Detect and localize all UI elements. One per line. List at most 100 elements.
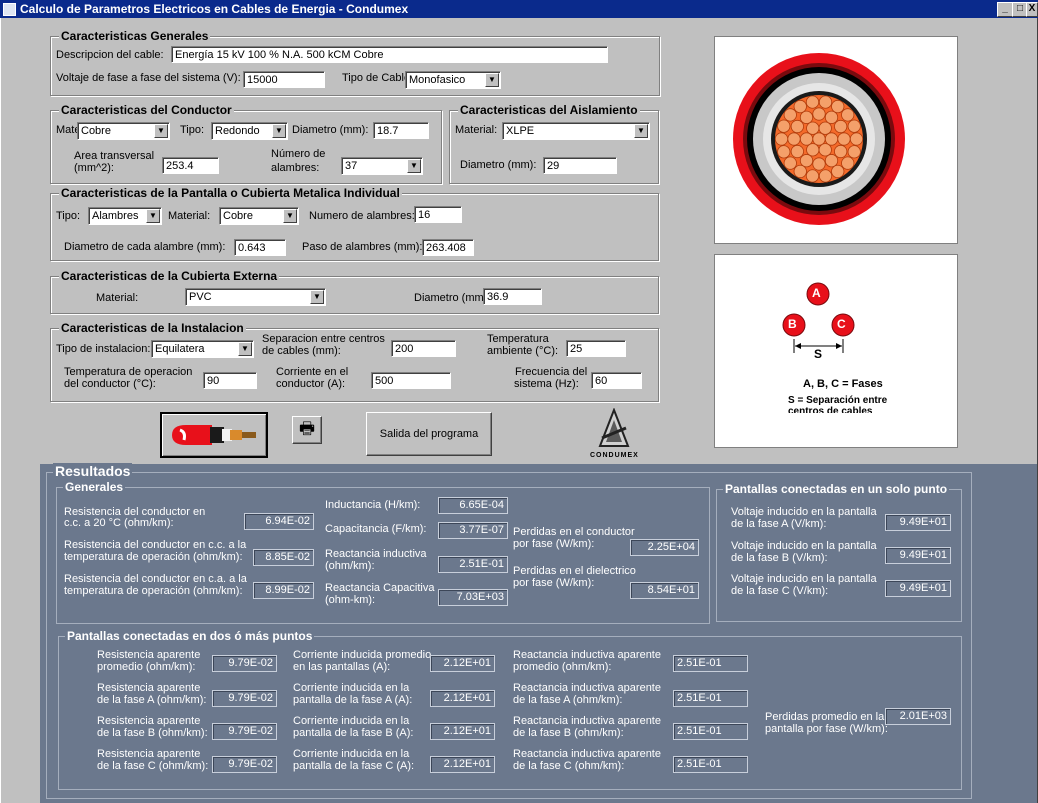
jacket-diameter-field[interactable]: 36.9 xyxy=(483,288,542,305)
frequency-label-2: sistema (Hz): xyxy=(514,378,579,390)
vc-value: 9.49E+01 xyxy=(885,580,951,597)
rca-label-1: Resistencia del conductor en c.a. a la xyxy=(64,573,247,585)
cable-description-field[interactable]: Energía 15 kV 100 % N.A. 500 kCM Cobre xyxy=(171,46,608,63)
chevron-down-icon[interactable]: ▼ xyxy=(238,342,252,356)
i-b-label-2: pantalla de la fase B (A): xyxy=(293,727,414,739)
x-b-label-1: Reactancia inductiva aparente xyxy=(513,715,661,727)
left-margin xyxy=(0,18,40,803)
vc-label-2: de la fase C (V/km): xyxy=(731,585,829,597)
wire-diameter-field[interactable]: 0.643 xyxy=(234,239,286,256)
phase-diagram: A B C S A, B, C = Fases S = Separación e… xyxy=(714,254,958,448)
rca-label-2: temperatura de operación (ohm/km): xyxy=(64,585,243,597)
strand xyxy=(834,144,848,159)
chevron-down-icon[interactable]: ▼ xyxy=(485,73,499,87)
strand xyxy=(818,169,833,183)
installation-type-value: Equilatera xyxy=(155,343,205,355)
close-button[interactable]: X xyxy=(1026,2,1038,17)
wire-pitch-field[interactable]: 263.408 xyxy=(422,239,474,256)
installation-type-select[interactable]: Equilatera ▼ xyxy=(151,340,254,358)
insulation-material-select[interactable]: XLPE ▼ xyxy=(502,122,650,140)
vb-label-1: Voltaje inducido en la pantalla xyxy=(731,540,877,552)
strand xyxy=(818,121,832,135)
strand xyxy=(834,119,848,134)
x-c-value: 2.51E-01 xyxy=(673,756,748,773)
inductance-label: Inductancia (H/km): xyxy=(325,499,421,511)
minimize-button[interactable]: _ xyxy=(997,2,1013,17)
strand xyxy=(793,164,807,179)
r-c-label-1: Resistencia aparente xyxy=(97,748,201,760)
chevron-down-icon[interactable]: ▼ xyxy=(310,290,324,304)
jacket-material-select[interactable]: PVC ▼ xyxy=(185,288,326,306)
strand xyxy=(783,108,797,122)
strand xyxy=(837,132,851,146)
cable-cross-section-drawing xyxy=(733,53,905,225)
screen-nwires-field[interactable]: 16 xyxy=(414,206,462,223)
current-field[interactable]: 500 xyxy=(371,372,451,389)
chevron-down-icon[interactable]: ▼ xyxy=(272,124,286,138)
exit-button[interactable]: Salida del programa xyxy=(366,412,492,456)
r-a-label-1: Resistencia aparente xyxy=(97,682,201,694)
va-label-2: de la fase A (V/km): xyxy=(731,518,827,530)
separation-field[interactable]: 200 xyxy=(391,340,456,357)
r-avg-label-1: Resistencia aparente xyxy=(97,649,201,661)
strand xyxy=(818,95,833,109)
chevron-down-icon[interactable]: ▼ xyxy=(634,124,648,138)
cable-type-select[interactable]: Monofasico ▼ xyxy=(405,71,501,89)
x-avg-value: 2.51E-01 xyxy=(673,655,748,672)
strand xyxy=(812,132,826,146)
area-field[interactable]: 253.4 xyxy=(162,157,219,174)
wire-pitch-label: Paso de alambres (mm): xyxy=(302,241,423,253)
screen-type-value: Alambres xyxy=(92,210,139,222)
phase-c-label: C xyxy=(837,317,846,331)
wire-diameter-label: Diametro de cada alambre (mm): xyxy=(64,241,226,253)
voltage-field[interactable]: 15000 xyxy=(243,71,325,88)
insulation-group-title: Caracteristicas del Aislamiento xyxy=(458,103,640,117)
r-avg-label-2: promedio (ohm/km): xyxy=(97,661,196,673)
conductor-material-select[interactable]: Cobre ▼ xyxy=(77,122,170,140)
xc-label-2: (ohm-km): xyxy=(325,594,376,606)
operating-temp-field[interactable]: 90 xyxy=(203,372,257,389)
conductor-type-select[interactable]: Redondo ▼ xyxy=(211,122,288,140)
screen-type-select[interactable]: Alambres ▼ xyxy=(88,207,162,225)
strand xyxy=(806,121,820,135)
strand xyxy=(812,107,826,121)
x-a-value: 2.51E-01 xyxy=(673,690,748,707)
cable-type-label: Tipo de Cable: xyxy=(342,72,414,84)
pd-value: 8.54E+01 xyxy=(630,582,699,599)
results-title: Resultados xyxy=(53,463,133,479)
multi-point-title: Pantallas conectadas en dos ó más puntos xyxy=(65,629,315,643)
jacket-material-label: Material: xyxy=(96,292,139,304)
conductor-diameter-field[interactable]: 18.7 xyxy=(373,122,429,139)
strand xyxy=(847,145,861,159)
ambient-temp-field[interactable]: 25 xyxy=(566,340,626,357)
print-button[interactable]: 🖶 xyxy=(292,416,322,444)
ambient-temp-label-2: ambiente (°C): xyxy=(487,345,559,357)
insulation-diameter-field[interactable]: 29 xyxy=(543,157,617,174)
wires-select[interactable]: 37 ▼ xyxy=(341,157,423,175)
strand xyxy=(831,99,845,114)
cable-description-label: Descripcion del cable: xyxy=(56,49,164,61)
strand xyxy=(793,99,807,114)
strand xyxy=(818,143,832,157)
rcc-value: 8.85E-02 xyxy=(253,549,314,566)
strand xyxy=(799,154,814,168)
strand xyxy=(777,145,791,159)
calculate-button[interactable] xyxy=(160,412,268,458)
x-a-label-1: Reactancia inductiva aparente xyxy=(513,682,661,694)
frequency-field[interactable]: 60 xyxy=(591,372,642,389)
va-value: 9.49E+01 xyxy=(885,514,951,531)
x-avg-label-2: promedio (ohm/km): xyxy=(513,661,612,673)
i-c-label-2: pantalla de la fase C (A): xyxy=(293,760,415,772)
operating-temp-label-1: Temperatura de operacion xyxy=(64,366,193,378)
inductance-value: 6.65E-04 xyxy=(438,497,508,514)
chevron-down-icon[interactable]: ▼ xyxy=(283,209,297,223)
cable-type-value: Monofasico xyxy=(409,74,466,86)
chevron-down-icon[interactable]: ▼ xyxy=(146,209,160,223)
screen-type-label: Tipo: xyxy=(56,210,81,222)
chevron-down-icon[interactable]: ▼ xyxy=(407,159,421,173)
strand xyxy=(824,154,839,168)
chevron-down-icon[interactable]: ▼ xyxy=(154,124,168,138)
r20-value: 6.94E-02 xyxy=(244,513,314,530)
screen-material-select[interactable]: Cobre ▼ xyxy=(219,207,299,225)
legend-separation-2: centros de cables xyxy=(788,406,873,413)
